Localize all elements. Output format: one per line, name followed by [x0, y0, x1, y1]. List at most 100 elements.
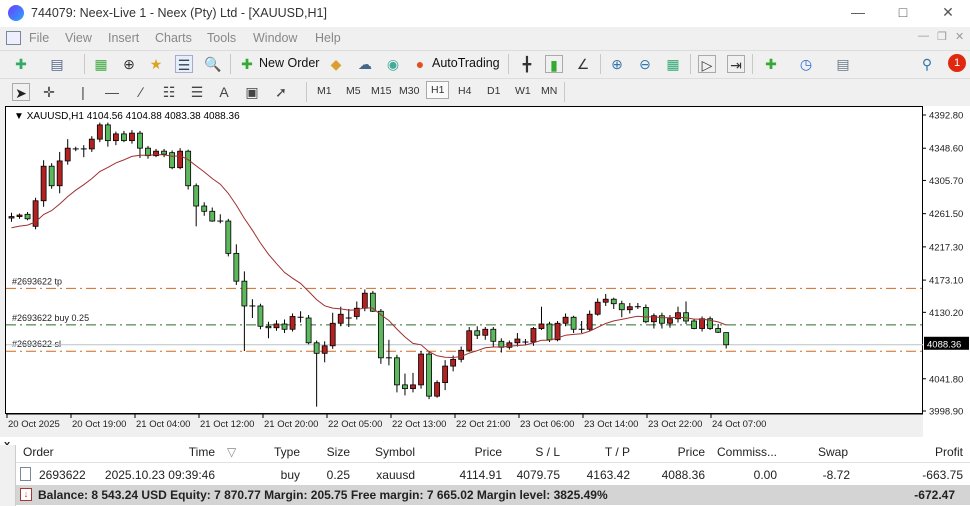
timeframe-mn[interactable]: MN	[541, 85, 557, 97]
menu-view[interactable]: View	[65, 31, 92, 45]
fibonacci-icon[interactable]: ☰	[188, 83, 206, 101]
terminal-icon[interactable]: ☰	[175, 55, 193, 73]
candlestick-chart-icon[interactable]: ▮	[545, 55, 563, 73]
candle-body	[161, 150, 167, 155]
auto-scroll-icon[interactable]: ⇥	[727, 55, 745, 73]
vertical-line-icon[interactable]: |	[74, 83, 92, 101]
child-minimize-icon[interactable]: —	[918, 30, 929, 42]
menu-help[interactable]: Help	[315, 31, 341, 45]
sort-desc-icon[interactable]: ▽	[227, 445, 236, 459]
price-chart[interactable]: #2693622 tp #2693622 buy 0.25 #2693622 sl 2…	[5, 106, 924, 430]
candle-body	[626, 306, 633, 311]
candle	[161, 148, 167, 158]
minimize-icon[interactable]: —	[843, 4, 873, 20]
column-header-price[interactable]: Price	[475, 445, 502, 459]
timeframe-h4[interactable]: H4	[458, 85, 471, 97]
candle-body	[177, 150, 184, 169]
trendline-icon[interactable]: ∕	[132, 83, 150, 101]
autotrading-icon[interactable]: ●	[411, 55, 429, 73]
timeframe-m1[interactable]: M1	[317, 85, 332, 97]
zoom-out-icon[interactable]: ⊖	[636, 55, 654, 73]
market-watch-icon[interactable]: ▦	[92, 55, 110, 73]
price-tick-label: 4305.70	[929, 176, 963, 187]
bid-price-label: 4088.36	[927, 339, 961, 350]
autotrading-button[interactable]: AutoTrading	[432, 56, 500, 70]
timeframe-h1[interactable]: H1	[426, 81, 450, 99]
text-label-icon[interactable]: ▣	[243, 83, 261, 101]
timeframe-m5[interactable]: M5	[346, 85, 361, 97]
column-header-current-price[interactable]: Price	[678, 445, 705, 459]
profiles-icon[interactable]: ▤	[48, 55, 66, 73]
candle	[8, 212, 15, 222]
indicators-icon[interactable]: ✚	[762, 55, 780, 73]
column-header-sl[interactable]: S / L	[535, 445, 560, 459]
candle-body	[129, 132, 135, 142]
signals-icon[interactable]: ◉	[384, 55, 402, 73]
timeframe-w1[interactable]: W1	[515, 85, 531, 97]
price-tick-label: 3998.90	[929, 407, 963, 418]
candle-body	[169, 152, 176, 169]
candle	[683, 301, 689, 325]
timeframe-m30[interactable]: M30	[399, 85, 419, 97]
column-header-size[interactable]: Size	[327, 445, 350, 459]
chart-shift-icon[interactable]: ▷	[698, 55, 716, 73]
candle-body	[699, 318, 705, 329]
column-header-type[interactable]: Type	[274, 445, 300, 459]
candle	[48, 163, 55, 189]
notification-badge[interactable]: 1	[948, 54, 966, 72]
candle	[418, 351, 424, 389]
close-icon[interactable]: ✕	[933, 4, 963, 21]
menu-file[interactable]: File	[29, 31, 49, 45]
navigator-icon[interactable]: ⊕	[120, 55, 138, 73]
crosshair-icon[interactable]: ✛	[40, 83, 58, 101]
menu-charts[interactable]: Charts	[155, 31, 192, 45]
candle	[80, 145, 87, 158]
time-tick-label: 20 Oct 19:00	[72, 419, 126, 430]
child-restore-icon[interactable]: ❐	[937, 30, 947, 43]
column-header-profit[interactable]: Profit	[935, 445, 963, 459]
menu-window[interactable]: Window	[253, 31, 297, 45]
menu-tools[interactable]: Tools	[207, 31, 236, 45]
horizontal-line-icon[interactable]: —	[103, 83, 121, 101]
new-chart-icon[interactable]: ✚	[12, 55, 30, 73]
new-order-button[interactable]: New Order	[259, 56, 319, 70]
child-close-icon[interactable]: ✕	[955, 30, 964, 43]
new-order-icon[interactable]: ✚	[238, 55, 256, 73]
column-header-swap[interactable]: Swap	[818, 445, 848, 459]
timeframe-d1[interactable]: D1	[487, 85, 500, 97]
equidistant-channel-icon[interactable]: ☷	[160, 83, 178, 101]
candle-body	[16, 214, 23, 217]
bar-chart-icon[interactable]: ╋	[518, 55, 536, 73]
candle	[707, 316, 714, 331]
candle-body	[642, 307, 649, 323]
candle	[273, 320, 280, 331]
periods-icon[interactable]: ◷	[797, 55, 815, 73]
column-header-symbol[interactable]: Symbol	[375, 445, 415, 459]
text-icon[interactable]: A	[215, 83, 233, 101]
zoom-in-icon[interactable]: ⊕	[608, 55, 626, 73]
timeframe-m15[interactable]: M15	[371, 85, 391, 97]
search-icon[interactable]: ⚲	[918, 55, 936, 73]
column-header-order[interactable]: Order	[23, 445, 54, 459]
column-header-commission[interactable]: Commiss...	[717, 445, 777, 459]
metaeditor-icon[interactable]: ◆	[327, 55, 345, 73]
candle	[185, 149, 192, 190]
candle-body	[225, 220, 232, 254]
maximize-icon[interactable]: □	[888, 4, 918, 20]
column-header-tp[interactable]: T / P	[605, 445, 630, 459]
line-chart-icon[interactable]: ∠	[574, 55, 592, 73]
strategy-tester-icon[interactable]: 🔍	[204, 55, 222, 73]
column-header-time[interactable]: Time	[189, 445, 215, 459]
candle-body	[257, 305, 264, 327]
tile-windows-icon[interactable]: ▦	[664, 55, 682, 73]
candle-body	[289, 316, 296, 330]
templates-icon[interactable]: ▤	[834, 55, 852, 73]
candle-body	[610, 298, 617, 305]
candle	[249, 299, 256, 318]
cursor-icon[interactable]: ➤	[12, 83, 30, 101]
market-icon[interactable]: ☁	[356, 55, 374, 73]
candle	[715, 324, 722, 334]
favorites-icon[interactable]: ★	[147, 55, 165, 73]
menu-insert[interactable]: Insert	[108, 31, 139, 45]
arrows-icon[interactable]: ➚	[272, 83, 290, 101]
